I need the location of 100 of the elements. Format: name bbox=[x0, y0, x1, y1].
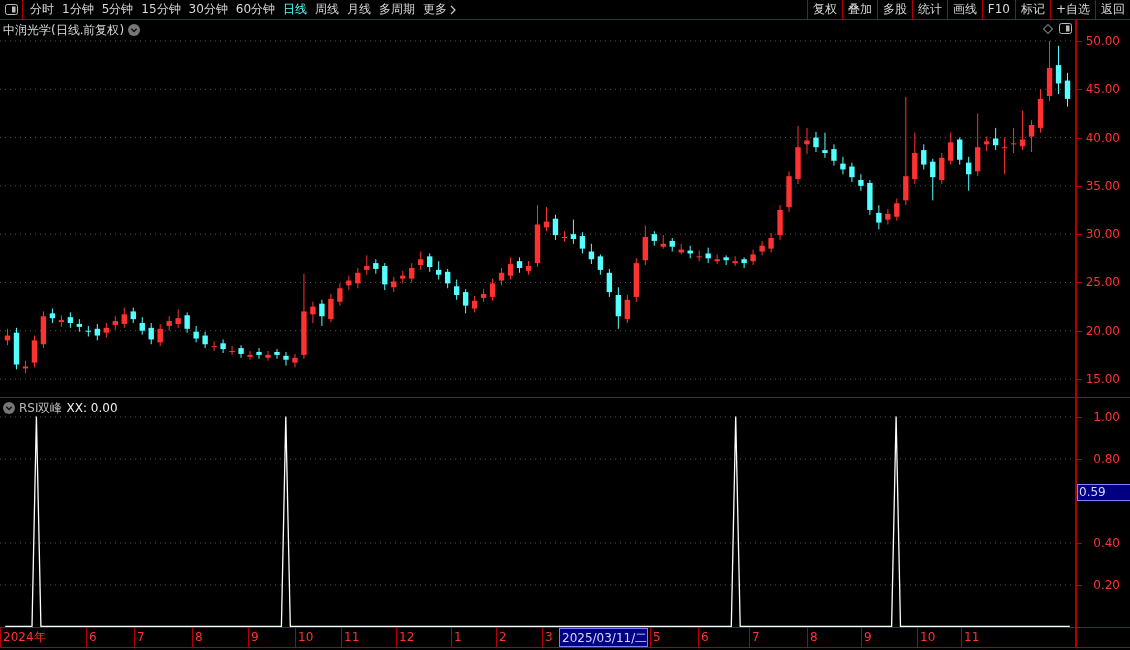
axis-label: 9 bbox=[861, 628, 872, 647]
candlestick bbox=[453, 279, 460, 301]
toolbar-button[interactable]: 画线 bbox=[946, 0, 982, 19]
axis-label: 0.40 bbox=[1093, 535, 1120, 550]
toolbar-button[interactable]: 统计 bbox=[911, 0, 947, 19]
candlestick bbox=[804, 127, 810, 155]
axis-label: 20.00 bbox=[1085, 323, 1120, 338]
candlestick bbox=[85, 325, 92, 338]
candlestick bbox=[570, 219, 577, 245]
period-tab[interactable]: 15分钟 bbox=[137, 0, 185, 19]
period-tab[interactable]: 1分钟 bbox=[58, 0, 98, 19]
candlestick bbox=[840, 156, 846, 175]
candlestick bbox=[364, 254, 370, 276]
diamond-icon[interactable] bbox=[1043, 23, 1053, 34]
cursor-date: 2025/03/11/二 bbox=[559, 628, 649, 647]
candlestick bbox=[328, 293, 334, 323]
candlestick bbox=[310, 301, 316, 324]
candlestick bbox=[337, 282, 343, 307]
candlestick bbox=[175, 308, 181, 329]
toolbar-button[interactable]: F10 bbox=[981, 0, 1015, 19]
axis-label: 35.00 bbox=[1085, 178, 1120, 193]
candlestick bbox=[31, 335, 38, 368]
period-tab[interactable]: 分时 bbox=[26, 0, 58, 19]
more-button[interactable]: 更多 bbox=[419, 0, 461, 19]
axis-label: 10 bbox=[295, 628, 314, 647]
axis-label: 0.80 bbox=[1093, 451, 1120, 466]
axis-label: 15.00 bbox=[1085, 372, 1120, 387]
candlestick bbox=[193, 325, 199, 343]
panel-toggle-icon[interactable] bbox=[4, 4, 18, 15]
candlestick bbox=[489, 278, 496, 302]
cursor-value: 0.59 bbox=[1077, 483, 1130, 501]
axis-label: 11 bbox=[961, 628, 980, 647]
candlestick bbox=[750, 249, 756, 266]
candlestick bbox=[1019, 110, 1026, 151]
chart-title: 中润光学(日线.前复权) bbox=[3, 22, 125, 39]
dropdown-icon[interactable] bbox=[128, 24, 141, 36]
candlestick bbox=[831, 143, 837, 167]
axis-label: 6 bbox=[698, 628, 709, 647]
axis-label: 9 bbox=[248, 628, 259, 647]
period-tab[interactable]: 60分钟 bbox=[231, 0, 280, 19]
axis-label: 3 bbox=[542, 628, 553, 647]
candlestick bbox=[292, 353, 298, 368]
candlestick bbox=[759, 240, 765, 256]
candlestick bbox=[427, 252, 433, 273]
axis-label: 2 bbox=[496, 628, 507, 647]
candlestick bbox=[624, 294, 631, 324]
axis-label: 7 bbox=[134, 628, 145, 647]
candlestick bbox=[849, 162, 855, 183]
toolbar-button[interactable]: +自选 bbox=[1049, 0, 1095, 19]
axis-label: 2024年 bbox=[0, 628, 46, 647]
candlestick bbox=[382, 262, 388, 291]
toolbar-button[interactable]: 复权 bbox=[806, 0, 842, 19]
axis-label: 45.00 bbox=[1085, 82, 1120, 97]
period-tab[interactable]: 5分钟 bbox=[97, 0, 138, 19]
candlestick bbox=[615, 286, 622, 330]
axis-label: 6 bbox=[86, 628, 97, 647]
candlestick bbox=[319, 299, 325, 327]
candlestick bbox=[409, 262, 415, 283]
candlestick bbox=[435, 260, 442, 281]
candlestick bbox=[1064, 72, 1071, 108]
period-tab[interactable]: 多周期 bbox=[375, 0, 420, 19]
toolbar-button[interactable]: 叠加 bbox=[841, 0, 877, 19]
candlestick bbox=[741, 256, 747, 269]
panel-toggle-icon[interactable] bbox=[1059, 23, 1072, 34]
candlestick bbox=[921, 143, 927, 170]
candlestick bbox=[642, 224, 648, 266]
candlestick bbox=[462, 288, 469, 314]
candlestick bbox=[768, 232, 774, 253]
axis-label: 10 bbox=[917, 628, 936, 647]
candlestick bbox=[346, 275, 352, 291]
period-tab[interactable]: 日线 bbox=[279, 0, 312, 19]
axis-label: 8 bbox=[807, 628, 818, 647]
axis-label: 0.20 bbox=[1093, 577, 1120, 592]
candlestick bbox=[732, 255, 738, 267]
candlestick bbox=[552, 214, 559, 241]
indicator-value: XX: 0.00 bbox=[66, 400, 118, 417]
period-tab[interactable]: 30分钟 bbox=[184, 0, 232, 19]
axis-label: 11 bbox=[341, 628, 360, 647]
toolbar-button[interactable]: 标记 bbox=[1014, 0, 1050, 19]
candlestick bbox=[822, 132, 828, 159]
candlestick bbox=[1010, 127, 1017, 154]
candlestick bbox=[858, 173, 864, 192]
toolbar-button[interactable]: 返回 bbox=[1095, 0, 1130, 19]
period-tab[interactable]: 月线 bbox=[343, 0, 376, 19]
candlestick bbox=[561, 230, 568, 243]
axis-label: 7 bbox=[749, 628, 760, 647]
dropdown-icon[interactable] bbox=[3, 402, 15, 414]
period-tab[interactable]: 周线 bbox=[311, 0, 344, 19]
toolbar-button[interactable]: 多股 bbox=[876, 0, 912, 19]
candlestick bbox=[247, 350, 253, 361]
candlestick bbox=[229, 345, 235, 356]
axis-label: 30.00 bbox=[1085, 227, 1120, 242]
candlestick bbox=[894, 197, 900, 222]
candlestick bbox=[948, 132, 954, 166]
axis-label: 8 bbox=[192, 628, 203, 647]
candlestick bbox=[355, 267, 361, 289]
candlestick bbox=[723, 254, 729, 266]
candlestick bbox=[220, 338, 226, 354]
candlestick bbox=[202, 331, 208, 349]
candlestick bbox=[957, 137, 963, 166]
